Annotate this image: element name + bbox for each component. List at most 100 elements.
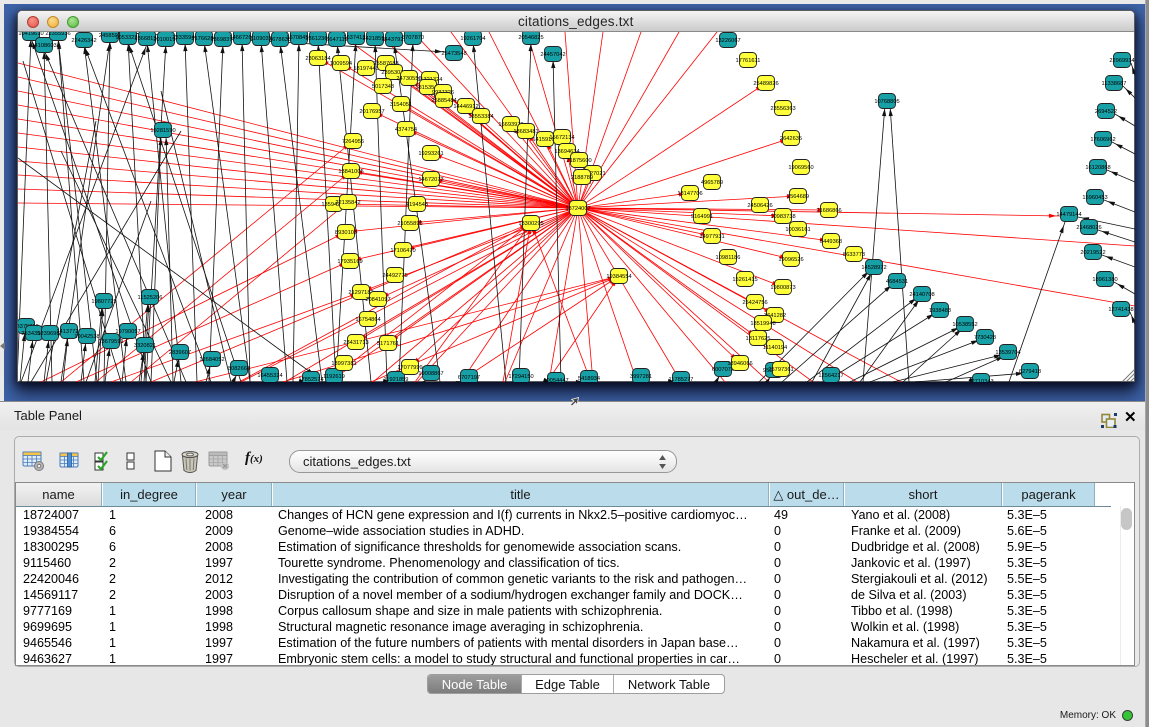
svg-text:19384554: 19384554 bbox=[606, 274, 631, 280]
svg-text:13553384: 13553384 bbox=[468, 114, 493, 120]
svg-text:8633773: 8633773 bbox=[843, 252, 865, 258]
svg-text:10036161: 10036161 bbox=[785, 227, 810, 233]
svg-text:10419610: 10419610 bbox=[18, 32, 43, 37]
svg-text:18519948: 18519948 bbox=[750, 321, 775, 327]
svg-text:17294150: 17294150 bbox=[508, 374, 533, 380]
svg-text:22969934: 22969934 bbox=[1109, 58, 1134, 64]
svg-text:23556363: 23556363 bbox=[770, 106, 795, 112]
svg-text:20176957: 20176957 bbox=[359, 109, 384, 115]
svg-text:18997381: 18997381 bbox=[331, 361, 356, 367]
svg-text:19293261: 19293261 bbox=[418, 151, 443, 157]
svg-text:8707870: 8707870 bbox=[402, 35, 424, 41]
svg-text:17077999: 17077999 bbox=[397, 365, 422, 371]
svg-text:10538552: 10538552 bbox=[952, 322, 977, 328]
svg-text:14528972: 14528972 bbox=[861, 265, 886, 271]
svg-text:19261704: 19261704 bbox=[460, 36, 485, 42]
svg-text:25489826: 25489826 bbox=[753, 81, 778, 87]
svg-text:6707197: 6707197 bbox=[458, 375, 480, 381]
svg-text:4684531: 4684531 bbox=[886, 279, 908, 285]
svg-text:12710343: 12710343 bbox=[968, 379, 993, 382]
svg-text:10983738: 10983738 bbox=[770, 214, 795, 220]
svg-text:3320821: 3320821 bbox=[134, 343, 156, 349]
svg-text:2642635: 2642635 bbox=[780, 136, 802, 142]
svg-text:15960453: 15960453 bbox=[1082, 195, 1107, 201]
svg-text:11785277: 11785277 bbox=[669, 377, 694, 382]
svg-text:5418934: 5418934 bbox=[578, 376, 600, 382]
svg-text:5449368: 5449368 bbox=[820, 239, 842, 245]
svg-text:12684052: 12684052 bbox=[199, 357, 224, 363]
svg-text:19042538: 19042538 bbox=[74, 334, 99, 340]
svg-text:25424756: 25424756 bbox=[742, 300, 767, 306]
svg-text:7730428: 7730428 bbox=[974, 335, 996, 341]
svg-text:3154051: 3154051 bbox=[390, 102, 412, 108]
svg-text:20841097: 20841097 bbox=[365, 297, 390, 303]
svg-text:19800873: 19800873 bbox=[770, 285, 795, 291]
svg-text:9164991: 9164991 bbox=[691, 214, 713, 220]
svg-text:19069560: 19069560 bbox=[788, 165, 813, 171]
svg-text:10768805: 10768805 bbox=[874, 99, 899, 105]
svg-text:2188789: 2188789 bbox=[571, 175, 593, 181]
svg-text:19281590: 19281590 bbox=[150, 128, 175, 134]
svg-text:11921859: 11921859 bbox=[384, 377, 409, 382]
svg-text:20219522: 20219522 bbox=[1080, 250, 1105, 256]
svg-text:22135842: 22135842 bbox=[335, 200, 360, 206]
svg-text:1009594: 1009594 bbox=[330, 61, 352, 67]
svg-text:15261415: 15261415 bbox=[732, 277, 757, 283]
svg-text:17761611: 17761611 bbox=[736, 58, 761, 64]
svg-text:17935169: 17935169 bbox=[337, 259, 362, 265]
svg-text:5017343: 5017343 bbox=[372, 84, 394, 90]
svg-text:2839607: 2839607 bbox=[169, 350, 191, 356]
svg-text:18961380: 18961380 bbox=[1092, 277, 1117, 283]
svg-text:6279418: 6279418 bbox=[1019, 369, 1041, 375]
svg-text:24457042: 24457042 bbox=[540, 52, 565, 58]
svg-text:17106470: 17106470 bbox=[390, 248, 415, 254]
svg-text:11338687: 11338687 bbox=[1102, 81, 1127, 87]
svg-text:10981186: 10981186 bbox=[716, 255, 741, 261]
svg-text:16455324: 16455324 bbox=[257, 373, 282, 379]
svg-text:23431713: 23431713 bbox=[343, 340, 368, 346]
svg-text:5171761: 5171761 bbox=[377, 341, 399, 347]
svg-text:17852574: 17852574 bbox=[298, 377, 323, 382]
svg-text:21055895: 21055895 bbox=[397, 221, 422, 227]
svg-text:24506426: 24506426 bbox=[747, 203, 772, 209]
svg-text:19008867: 19008867 bbox=[418, 371, 443, 377]
svg-text:14479144: 14479144 bbox=[1056, 212, 1081, 218]
svg-text:1192619: 1192619 bbox=[323, 374, 345, 380]
svg-text:18300295: 18300295 bbox=[518, 221, 543, 227]
svg-text:19807725: 19807725 bbox=[91, 299, 116, 305]
svg-text:24492775: 24492775 bbox=[382, 273, 407, 279]
svg-text:21875600: 21875600 bbox=[566, 158, 591, 164]
svg-text:18683481: 18683481 bbox=[513, 129, 538, 135]
svg-text:22426342: 22426342 bbox=[71, 38, 96, 44]
svg-text:4965789: 4965789 bbox=[701, 180, 723, 186]
svg-text:8930103: 8930103 bbox=[335, 230, 357, 236]
svg-text:22355936: 22355936 bbox=[45, 32, 70, 37]
svg-text:13226067: 13226067 bbox=[715, 38, 740, 44]
svg-text:24140708: 24140708 bbox=[909, 292, 934, 298]
svg-text:13539704: 13539704 bbox=[995, 350, 1020, 356]
svg-text:2564689: 2564689 bbox=[787, 194, 809, 200]
svg-text:6007072: 6007072 bbox=[712, 367, 734, 373]
svg-text:7264956: 7264956 bbox=[342, 139, 364, 145]
svg-text:25797361: 25797361 bbox=[768, 367, 793, 373]
svg-text:14108603: 14108603 bbox=[31, 43, 56, 49]
svg-text:19790057: 19790057 bbox=[115, 329, 140, 335]
svg-text:21468026: 21468026 bbox=[1076, 225, 1101, 231]
svg-text:18724007: 18724007 bbox=[565, 206, 590, 212]
svg-text:13841005: 13841005 bbox=[338, 169, 363, 175]
svg-text:4374754: 4374754 bbox=[395, 127, 417, 133]
svg-text:16754864: 16754864 bbox=[355, 317, 380, 323]
svg-text:18147706: 18147706 bbox=[677, 191, 702, 197]
svg-text:10054447: 10054447 bbox=[543, 378, 568, 382]
svg-text:12564217: 12564217 bbox=[818, 373, 843, 379]
svg-text:2694522: 2694522 bbox=[1095, 109, 1117, 115]
svg-text:11525206: 11525206 bbox=[138, 295, 163, 301]
svg-text:11140194: 11140194 bbox=[763, 345, 787, 351]
svg-text:4194548: 4194548 bbox=[406, 202, 428, 208]
svg-text:3997281: 3997281 bbox=[630, 374, 652, 380]
svg-text:12741438: 12741438 bbox=[1108, 307, 1133, 313]
svg-text:23063184: 23063184 bbox=[305, 56, 330, 62]
svg-text:14977931: 14977931 bbox=[699, 234, 724, 240]
svg-text:25473548: 25473548 bbox=[441, 51, 466, 57]
svg-text:15672134: 15672134 bbox=[549, 135, 574, 141]
